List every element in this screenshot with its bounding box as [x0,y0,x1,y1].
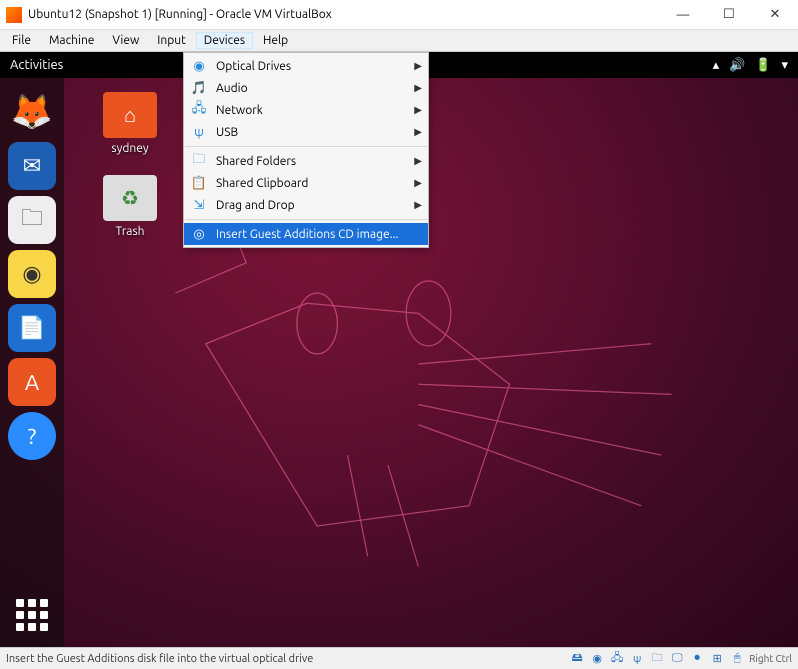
status-disc-icon[interactable]: ◉ [589,651,605,667]
chevron-right-icon: ▶ [414,126,422,138]
files-icon[interactable]: 🗀 [8,196,56,244]
menu-file[interactable]: File [4,32,39,49]
activities-button[interactable]: Activities [10,58,63,72]
menu-view[interactable]: View [104,32,147,49]
menu-separator [185,219,427,220]
virtualbox-logo-icon [6,7,22,23]
cd-insert-icon: ◎ [190,225,208,243]
desktop-icon-trash[interactable]: ♻ Trash [90,175,170,238]
statusbar-text: Insert the Guest Additions disk file int… [6,653,569,665]
writer-icon[interactable]: 📄 [8,304,56,352]
menu-item-insert-guest-additions[interactable]: ◎ Insert Guest Additions CD image... [184,223,428,245]
disc-icon: ◉ [190,57,208,75]
chevron-right-icon: ▶ [414,199,422,211]
chevron-right-icon: ▶ [414,82,422,94]
status-usb-icon[interactable]: ψ [629,651,645,667]
status-rec-icon[interactable]: ⏺ [689,651,705,667]
status-mouse-icon[interactable]: 🖱 [729,651,745,667]
menu-item-network[interactable]: 🖧 Network ▶ [184,99,428,121]
menu-item-usb[interactable]: ψ USB ▶ [184,121,428,143]
menu-devices[interactable]: Devices [196,32,253,49]
status-hdd-icon[interactable]: 🖴 [569,651,585,667]
window-minimize-button[interactable]: — [660,0,706,30]
network-indicator-icon[interactable]: ▴ [713,58,720,73]
window-title: Ubuntu12 (Snapshot 1) [Running] - Oracle… [28,8,660,21]
devices-dropdown: ◉ Optical Drives ▶ 🎵 Audio ▶ 🖧 Network ▶… [183,52,429,248]
ubuntu-dock: 🦊 ✉ 🗀 ◉ 📄 A ? [0,78,64,647]
window-titlebar: Ubuntu12 (Snapshot 1) [Running] - Oracle… [0,0,798,30]
statusbar-indicators: 🖴 ◉ 🖧 ψ 🗀 🖵 ⏺ ⊞ 🖱 Right Ctrl [569,651,792,667]
chevron-right-icon: ▶ [414,155,422,167]
status-folder-icon[interactable]: 🗀 [649,651,665,667]
help-icon[interactable]: ? [8,412,56,460]
window-maximize-button[interactable]: ☐ [706,0,752,30]
audio-icon: 🎵 [190,79,208,97]
folder-icon: 🗀 [190,152,208,170]
menu-machine[interactable]: Machine [41,32,102,49]
software-icon[interactable]: A [8,358,56,406]
menu-item-shared-folders[interactable]: 🗀 Shared Folders ▶ [184,150,428,172]
drag-icon: ⇲ [190,196,208,214]
menu-item-shared-clipboard[interactable]: 📋 Shared Clipboard ▶ [184,172,428,194]
menu-input[interactable]: Input [149,32,194,49]
clipboard-icon: 📋 [190,174,208,192]
chevron-right-icon: ▶ [414,177,422,189]
status-display-icon[interactable]: 🖵 [669,651,685,667]
network-icon: 🖧 [190,101,208,119]
menu-help[interactable]: Help [255,32,296,49]
firefox-icon[interactable]: 🦊 [8,88,56,136]
chevron-right-icon: ▶ [414,60,422,72]
desktop-icons: ⌂ sydney ♻ Trash [90,92,170,238]
trash-icon: ♻ [121,186,139,210]
status-cpu-icon[interactable]: ⊞ [709,651,725,667]
usb-icon: ψ [190,123,208,141]
menu-separator [185,146,427,147]
vb-statusbar: Insert the Guest Additions disk file int… [0,647,798,669]
sound-indicator-icon[interactable]: 🔊 [729,58,745,73]
desktop-icon-label: Trash [90,225,170,238]
menu-item-drag-and-drop[interactable]: ⇲ Drag and Drop ▶ [184,194,428,216]
desktop-icon-home[interactable]: ⌂ sydney [90,92,170,155]
rhythmbox-icon[interactable]: ◉ [8,250,56,298]
menu-item-audio[interactable]: 🎵 Audio ▶ [184,77,428,99]
status-hostkey: Right Ctrl [749,651,792,667]
home-icon: ⌂ [124,103,136,128]
power-menu-icon[interactable]: ▾ [781,58,788,73]
thunderbird-icon[interactable]: ✉ [8,142,56,190]
window-close-button[interactable]: ✕ [752,0,798,30]
battery-indicator-icon[interactable]: 🔋 [755,58,771,73]
wallpaper-art [140,202,798,607]
desktop-icon-label: sydney [90,142,170,155]
chevron-right-icon: ▶ [414,104,422,116]
vb-menubar: File Machine View Input Devices Help [0,30,798,52]
show-applications-button[interactable] [12,595,52,635]
status-net-icon[interactable]: 🖧 [609,651,625,667]
menu-item-optical-drives[interactable]: ◉ Optical Drives ▶ [184,55,428,77]
